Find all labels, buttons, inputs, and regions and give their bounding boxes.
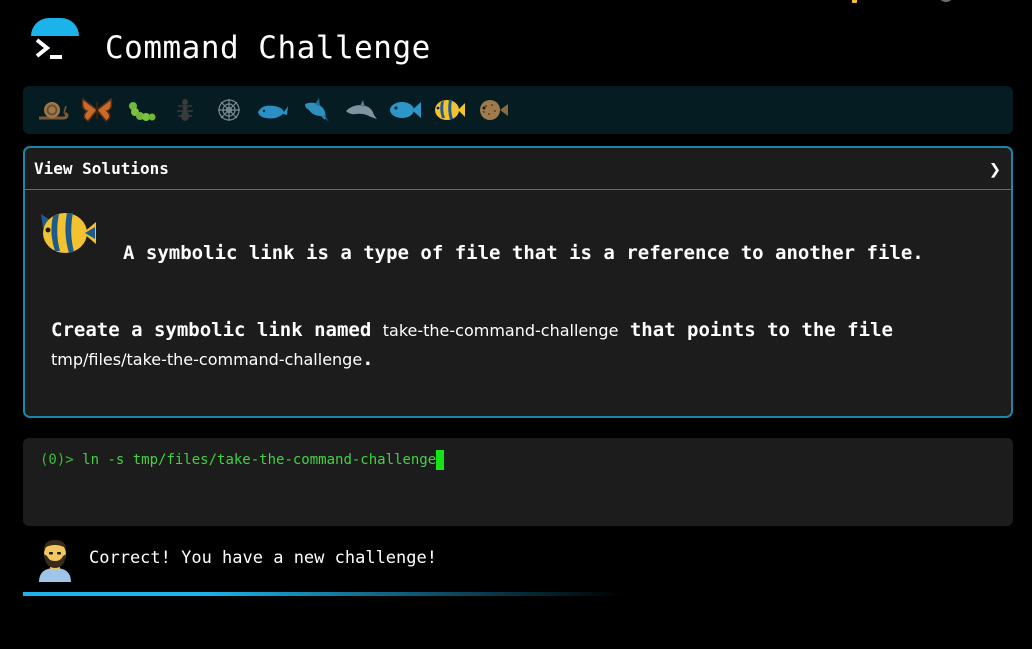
task-text-prefix: Create a symbolic link named [51, 319, 383, 341]
butterfly-icon[interactable] [75, 90, 119, 130]
feedback-message: Correct! You have a new challenge! [23, 536, 1013, 586]
chevron-right-icon: ❯ [988, 156, 1001, 181]
whale-icon[interactable] [251, 90, 295, 130]
fish-icon[interactable] [383, 90, 427, 130]
view-solutions-label: View Solutions [34, 159, 169, 178]
task-text-suffix: . [362, 348, 374, 370]
shark-icon[interactable] [295, 90, 339, 130]
challenge-task: Create a symbolic link named take-the-co… [51, 316, 991, 374]
terminal-prompt-icon[interactable] [31, 18, 79, 66]
caterpillar-icon[interactable] [119, 90, 163, 130]
task-target-path: tmp/files/take-the-command-challenge [51, 350, 363, 369]
tropical-fish-icon[interactable] [427, 90, 471, 130]
task-link-name: take-the-command-challenge [382, 321, 619, 340]
progress-bar [23, 592, 623, 596]
blowfish-icon[interactable] [471, 90, 515, 130]
page: Command Challenge View Solutions ❯ A sym… [0, 0, 1032, 649]
challenge-panel: View Solutions ❯ A symbolic link is a ty… [23, 146, 1013, 418]
feedback-text: Correct! You have a new challenge! [89, 548, 437, 568]
page-title: Command Challenge [105, 30, 431, 66]
ant-icon[interactable] [163, 90, 207, 130]
challenge-body: A symbolic link is a type of file that i… [25, 190, 1011, 416]
dolphin-icon[interactable] [339, 90, 383, 130]
progress-bar-fill [23, 592, 623, 596]
challenge-intro: A symbolic link is a type of file that i… [123, 242, 924, 264]
creatures-bar [23, 86, 1013, 134]
view-solutions-toggle[interactable]: View Solutions ❯ [25, 148, 1011, 190]
terminal-command[interactable]: ln -s tmp/files/take-the-command-challen… [82, 452, 436, 468]
header: Command Challenge [0, 0, 1032, 84]
terminal-line: (0)> ln -s tmp/files/take-the-command-ch… [40, 450, 1013, 470]
tropical-fish-icon [39, 208, 97, 262]
man-beard-icon [35, 536, 75, 586]
terminal-input[interactable]: (0)> ln -s tmp/files/take-the-command-ch… [23, 438, 1013, 526]
snail-icon[interactable] [31, 90, 75, 130]
terminal-cursor [436, 450, 445, 470]
spider-web-icon[interactable] [207, 90, 251, 130]
task-text-middle: that points to the file [618, 319, 893, 341]
terminal-prompt: (0)> [40, 452, 83, 468]
